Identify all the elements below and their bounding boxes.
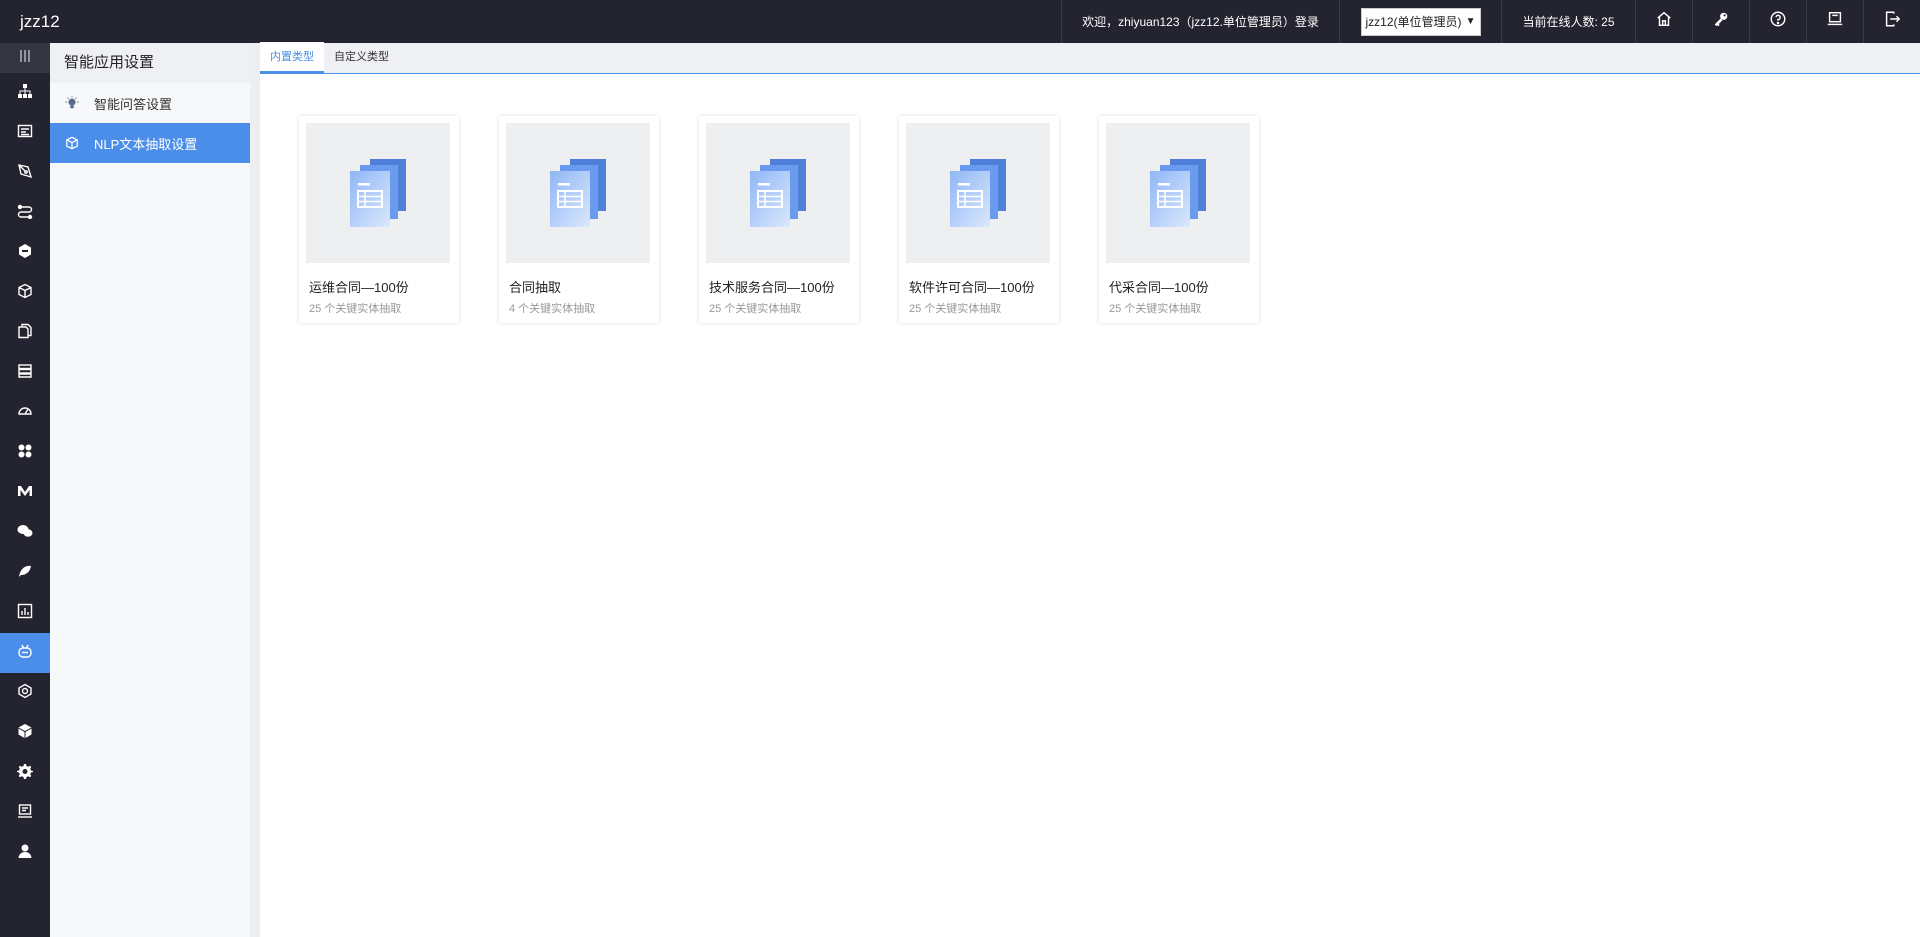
top-bar-right: 欢迎，zhiyuan123（jzz12.单位管理员）登录 jzz12(单位管理员… [1061, 0, 1920, 43]
nav-report[interactable] [0, 593, 50, 633]
chevron-down-icon: ▼ [1465, 16, 1476, 27]
nav-org-tree[interactable] [0, 73, 50, 113]
tab-custom-types[interactable]: 自定义类型 [324, 42, 399, 73]
template-card[interactable]: 技术服务合同—100份 25 个关键实体抽取 [699, 116, 859, 323]
nav-cube[interactable] [0, 273, 50, 313]
icon-nav-bar [0, 43, 50, 937]
nav-computer[interactable] [0, 793, 50, 833]
home-button[interactable] [1635, 0, 1692, 43]
leaf-icon [17, 563, 33, 584]
nav-documents[interactable] [0, 313, 50, 353]
cube-icon [17, 283, 33, 304]
user-icon [17, 843, 33, 864]
logout-button[interactable] [1863, 0, 1920, 43]
unit-select-cell: jzz12(单位管理员) ▼ [1339, 0, 1501, 43]
card-subtitle: 25 个关键实体抽取 [1109, 303, 1202, 315]
sidebar-item-qa-settings[interactable]: 智能问答设置 [50, 83, 250, 123]
settings-sidebar: 智能应用设置 智能问答设置 NLP文本抽取设置 [50, 43, 250, 937]
report-chart-icon [17, 603, 33, 624]
lightbulb-icon [64, 95, 80, 111]
welcome-text: 欢迎，zhiyuan123（jzz12.单位管理员）登录 [1061, 0, 1339, 43]
box-icon [17, 723, 33, 744]
nav-box[interactable] [0, 713, 50, 753]
home-icon [1655, 10, 1673, 33]
nav-apps[interactable] [0, 433, 50, 473]
password-button[interactable] [1692, 0, 1749, 43]
template-card[interactable]: 合同抽取 4 个关键实体抽取 [499, 116, 659, 323]
pen-icon [17, 163, 33, 184]
template-card[interactable]: 运维合同—100份 25 个关键实体抽取 [299, 116, 459, 323]
nav-gear[interactable] [0, 753, 50, 793]
sidebar-item-label: NLP文本抽取设置 [94, 136, 198, 152]
nav-flow[interactable] [0, 193, 50, 233]
menu-toggle-icon [17, 48, 33, 69]
document-stack-icon [1106, 123, 1250, 263]
nav-pen[interactable] [0, 153, 50, 193]
main-content: 内置类型 自定义类型 运维合同—100份 25 个关键实体抽取 合同抽取 4 个… [260, 42, 1920, 937]
app-title: jzz12 [20, 12, 60, 31]
robot-icon [17, 643, 33, 664]
gear-icon [17, 763, 33, 784]
sidebar-item-nlp-extraction[interactable]: NLP文本抽取设置 [50, 123, 250, 163]
documents-icon [17, 323, 33, 344]
nav-mail[interactable] [0, 473, 50, 513]
mail-m-icon [17, 483, 33, 504]
online-users-count: 当前在线人数: 25 [1501, 0, 1635, 43]
dashboard-icon [17, 403, 33, 424]
card-title: 运维合同—100份 [309, 280, 409, 295]
nav-user[interactable] [0, 833, 50, 873]
key-icon [1712, 10, 1730, 33]
hexagon-icon [17, 243, 33, 264]
cube-icon [64, 135, 80, 151]
top-bar: jzz12 欢迎，zhiyuan123（jzz12.单位管理员）登录 jzz12… [0, 0, 1920, 43]
document-stack-icon [906, 123, 1050, 263]
nav-form[interactable] [0, 113, 50, 153]
document-stack-icon [506, 123, 650, 263]
org-tree-icon [17, 83, 33, 104]
nav-leaf[interactable] [0, 553, 50, 593]
apps-icon [17, 443, 33, 464]
unit-select-value: jzz12(单位管理员) [1365, 15, 1462, 29]
nav-robot[interactable] [0, 633, 50, 673]
tab-builtin-types[interactable]: 内置类型 [260, 42, 324, 73]
card-title: 代采合同—100份 [1109, 280, 1209, 295]
help-icon [1769, 10, 1787, 33]
help-button[interactable] [1749, 0, 1806, 43]
settings-hex-icon [17, 683, 33, 704]
sidebar-item-label: 智能问答设置 [94, 96, 173, 112]
card-subtitle: 25 个关键实体抽取 [909, 303, 1002, 315]
nav-layers[interactable] [0, 353, 50, 393]
nav-dashboard[interactable] [0, 393, 50, 433]
monitor-icon [1826, 10, 1844, 33]
card-title: 软件许可合同—100份 [909, 280, 1035, 295]
card-subtitle: 4 个关键实体抽取 [509, 303, 596, 315]
template-card[interactable]: 代采合同—100份 25 个关键实体抽取 [1099, 116, 1259, 323]
nav-hexagon[interactable] [0, 233, 50, 273]
template-card[interactable]: 软件许可合同—100份 25 个关键实体抽取 [899, 116, 1059, 323]
menu-toggle-button[interactable] [0, 43, 50, 73]
unit-select[interactable]: jzz12(单位管理员) ▼ [1360, 7, 1481, 36]
logout-icon [1883, 10, 1901, 33]
flow-icon [17, 203, 33, 224]
card-title: 合同抽取 [509, 280, 562, 295]
computer-icon [17, 803, 33, 824]
nav-settings-hex[interactable] [0, 673, 50, 713]
form-icon [17, 123, 33, 144]
card-subtitle: 25 个关键实体抽取 [309, 303, 402, 315]
sidebar-splitter[interactable] [250, 43, 260, 937]
nav-wechat[interactable] [0, 513, 50, 553]
document-stack-icon [306, 123, 450, 263]
layers-icon [17, 363, 33, 384]
type-tabs: 内置类型 自定义类型 [260, 42, 1920, 74]
card-subtitle: 25 个关键实体抽取 [709, 303, 802, 315]
card-title: 技术服务合同—100份 [709, 280, 835, 295]
sidebar-title: 智能应用设置 [50, 43, 250, 83]
monitor-button[interactable] [1806, 0, 1863, 43]
document-stack-icon [706, 123, 850, 263]
card-grid: 运维合同—100份 25 个关键实体抽取 合同抽取 4 个关键实体抽取 技术服务… [299, 116, 1299, 323]
wechat-icon [17, 523, 33, 544]
